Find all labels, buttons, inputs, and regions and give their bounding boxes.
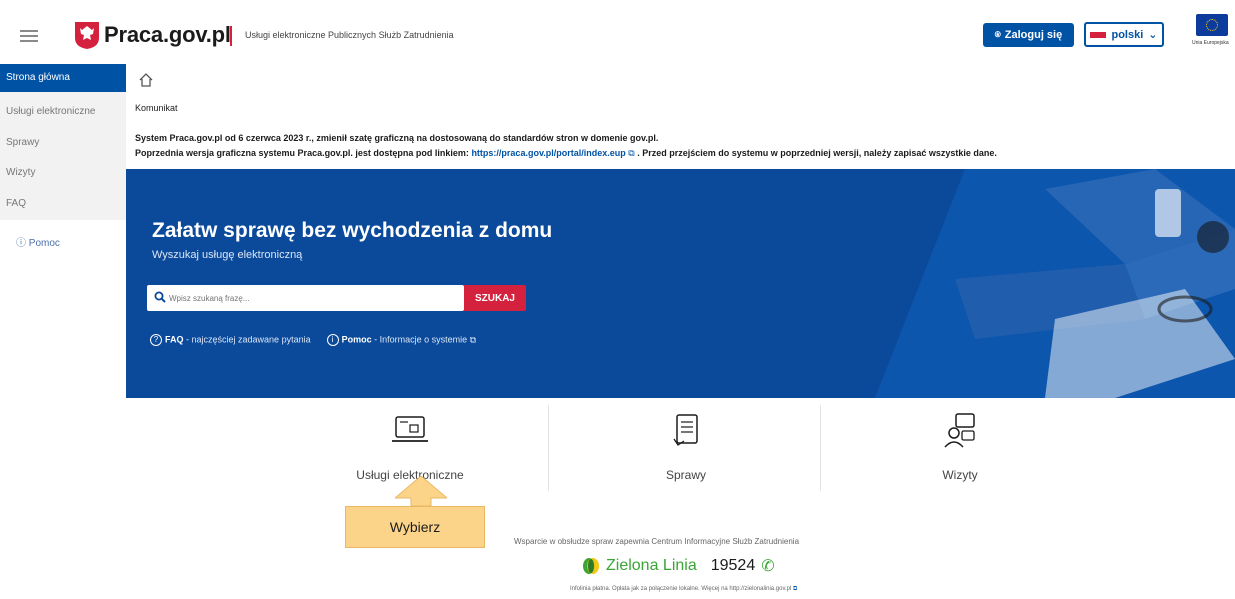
laptop-desk-illustration xyxy=(875,169,1235,398)
choose-callout: Wybierz xyxy=(345,506,485,548)
search-icon xyxy=(154,291,166,303)
eu-flag-icon xyxy=(1196,14,1228,36)
checklist-icon xyxy=(673,414,698,446)
sidebar-item-cases[interactable]: Sprawy xyxy=(0,128,126,158)
polish-flag-icon xyxy=(1090,31,1107,38)
tile-separator xyxy=(820,405,821,491)
zielona-linia[interactable]: Zielona Linia 19524 ✆ xyxy=(582,556,775,576)
tile-label: Sprawy xyxy=(665,468,706,482)
tile-separator xyxy=(548,405,549,491)
external-link-icon: ⧉ xyxy=(625,148,635,158)
info-icon: i xyxy=(326,334,339,346)
chevron-down-icon: ⌄ xyxy=(1148,29,1158,41)
hero-banner: Załatw sprawę bez wychodzenia z domu Wys… xyxy=(126,169,1235,398)
search-box xyxy=(147,285,464,311)
support-small-print: Infolinia płatna. Opłata jak za połączen… xyxy=(570,586,798,592)
hero-title: Załatw sprawę bez wychodzenia z domu xyxy=(152,219,553,242)
user-icon: ⍟ xyxy=(994,29,1001,41)
external-link-icon: ⧉ xyxy=(791,586,798,592)
brand-title[interactable]: Praca.gov.pl xyxy=(104,22,231,48)
external-link-icon: ⧉ xyxy=(467,334,477,345)
sidebar-item-faq[interactable]: FAQ xyxy=(0,189,126,219)
tile-label: Wizyty xyxy=(942,468,978,482)
notice-line-1: System Praca.gov.pl od 6 czerwca 2023 r.… xyxy=(135,133,659,143)
login-button[interactable]: ⍟ Zaloguj się xyxy=(983,23,1074,47)
sidebar: Strona główna Usługi elektroniczne Spraw… xyxy=(0,64,126,220)
zielona-linia-name: Zielona Linia xyxy=(606,557,697,574)
eu-label: Unia Europejska xyxy=(1192,40,1229,46)
notice-line-2: Poprzednia wersja graficzna systemu Prac… xyxy=(135,148,997,159)
info-icon: ⓘ xyxy=(16,238,26,249)
support-text: Wsparcie w obsłudze spraw zapewnia Centr… xyxy=(514,537,800,546)
language-label: polski xyxy=(1111,28,1144,41)
notice-line-2-suffix: . Przed przejściem do systemu w poprzedn… xyxy=(634,148,997,158)
zielona-linia-number: 19524 xyxy=(710,557,756,574)
sidebar-item-help[interactable]: ⓘ Pomoc xyxy=(16,234,60,249)
header: Praca.gov.pl Usługi elektroniczne Public… xyxy=(0,0,1235,64)
login-label: Zaloguj się xyxy=(1004,29,1063,41)
search-button[interactable]: SZUKAJ xyxy=(464,285,526,311)
search-input[interactable] xyxy=(169,288,459,308)
sidebar-item-home[interactable]: Strona główna xyxy=(0,64,126,92)
hero-subtitle: Wyszukaj usługę elektroniczną xyxy=(152,249,303,261)
hero-links: ? FAQ - najczęściej zadawane pytania i Pom… xyxy=(150,334,476,346)
brand-separator xyxy=(230,26,232,46)
arrow-up-icon xyxy=(395,476,447,506)
tile-visits[interactable]: Wizyty xyxy=(830,405,1090,491)
menu-icon[interactable] xyxy=(20,30,38,42)
sidebar-item-visits[interactable]: Wizyty xyxy=(0,158,126,188)
home-icon[interactable] xyxy=(138,72,154,88)
brand-subtitle: Usługi elektroniczne Publicznych Służb Z… xyxy=(245,30,454,40)
phone-icon: ✆ xyxy=(761,558,775,575)
zielona-linia-logo-icon xyxy=(583,558,599,574)
language-select[interactable]: polski ⌄ xyxy=(1084,22,1164,47)
laptop-icon xyxy=(392,416,428,442)
question-icon: ? xyxy=(150,334,162,346)
eagle-logo-icon xyxy=(75,22,99,49)
help-link[interactable]: i Pomoc - Informacje o systemie ⧉ xyxy=(326,334,477,346)
help-label: Pomoc xyxy=(28,238,60,249)
notice-title: Komunikat xyxy=(135,103,178,113)
chat-people-icon xyxy=(944,413,975,448)
notice-line-2-prefix: Poprzednia wersja graficzna systemu Prac… xyxy=(135,148,472,158)
tile-cases[interactable]: Sprawy xyxy=(556,405,816,491)
sidebar-item-e-services[interactable]: Usługi elektroniczne xyxy=(0,97,126,127)
old-version-link[interactable]: https://praca.gov.pl/portal/index.eup xyxy=(471,148,625,158)
faq-link[interactable]: ? FAQ - najczęściej zadawane pytania xyxy=(150,334,311,346)
